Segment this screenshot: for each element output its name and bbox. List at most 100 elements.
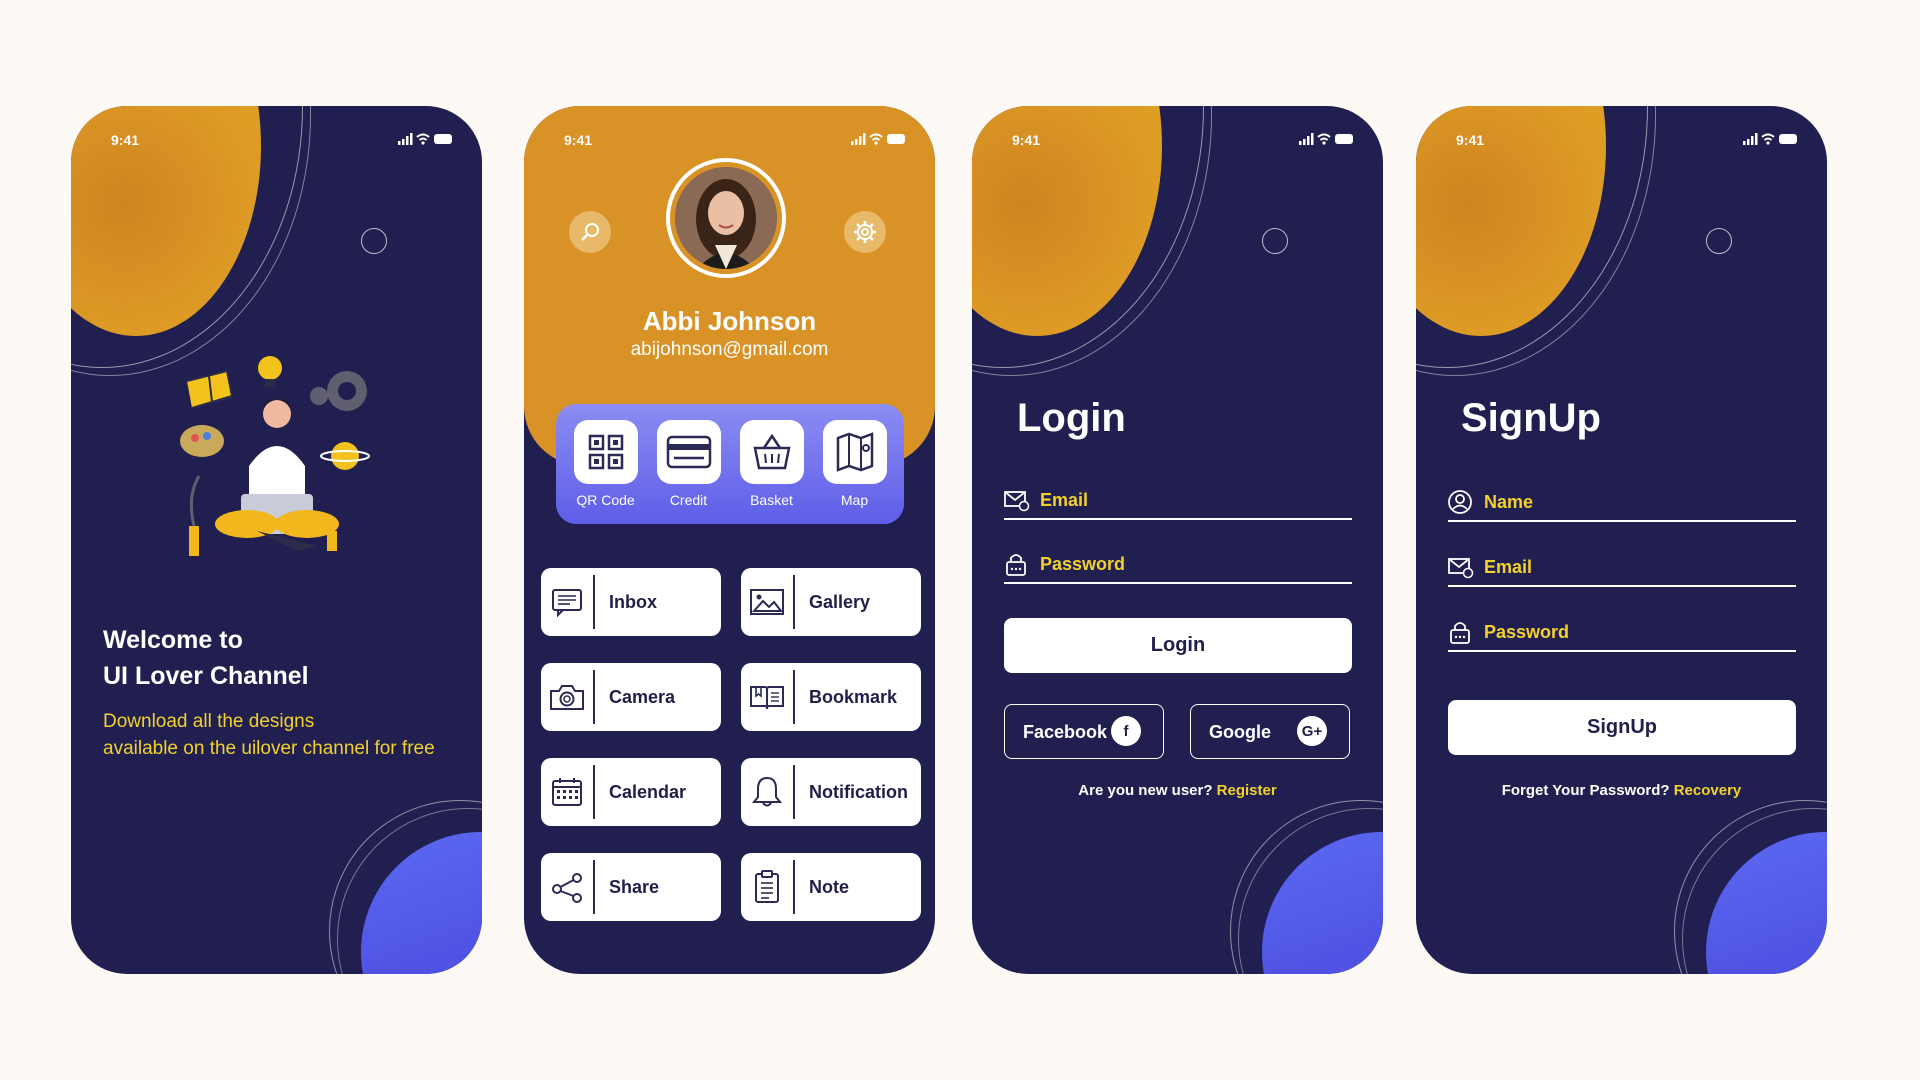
welcome-subtitle-line2: available on the uilover channel for fre… — [103, 738, 435, 759]
welcome-title-line1: Welcome to — [103, 626, 243, 654]
menu-item-calendar[interactable]: Calendar — [541, 758, 721, 826]
register-link[interactable]: Register — [1217, 782, 1277, 799]
welcome-title-line2: UI Lover Channel — [103, 662, 309, 690]
recovery-link[interactable]: Recovery — [1674, 782, 1742, 799]
signal-wifi-battery-icon — [398, 133, 452, 145]
facebook-icon: f — [1111, 716, 1141, 746]
menu-item-label: Bookmark — [809, 686, 898, 707]
quick-action-basket[interactable]: Basket — [735, 404, 809, 524]
status-time: 9:41 — [111, 132, 140, 148]
share-icon — [552, 873, 582, 903]
quick-action-label: Basket — [750, 492, 793, 508]
welcome-subtitle-line1: Download all the designs — [103, 711, 315, 732]
menu-item-label: Camera — [609, 686, 676, 707]
quick-action-map[interactable]: Map — [818, 404, 892, 524]
quick-action-tile — [739, 420, 804, 484]
menu-icon-wrap — [541, 765, 595, 819]
menu-item-gallery[interactable]: Gallery — [741, 568, 921, 636]
quick-action-tile — [822, 420, 887, 484]
small-circle-decoration — [1706, 228, 1732, 254]
welcome-subtitle: Download all the designs available on th… — [103, 708, 435, 762]
menu-item-note[interactable]: Note — [741, 853, 921, 921]
menu-icon-wrap — [541, 575, 595, 629]
menu-item-camera[interactable]: Camera — [541, 663, 721, 731]
recovery-prompt: Forget Your Password? Recovery — [1416, 782, 1827, 799]
status-bar: 9:41 — [564, 132, 907, 152]
menu-item-label: Notification — [809, 781, 908, 802]
settings-button[interactable] — [844, 211, 886, 253]
signup-button[interactable]: SignUp — [1448, 700, 1796, 755]
signal-wifi-battery-icon — [851, 133, 905, 145]
status-icons — [1743, 132, 1799, 149]
menu-item-label: Share — [609, 876, 660, 897]
bookmark-icon — [750, 686, 784, 710]
google-button[interactable]: Google G+ — [1190, 704, 1350, 759]
camera-icon — [550, 685, 584, 710]
menu-item-share[interactable]: Share — [541, 853, 721, 921]
qr-code-icon — [588, 434, 623, 470]
status-time: 9:41 — [564, 132, 593, 148]
inbox-icon — [552, 589, 582, 617]
register-prompt: Are you new user? Register — [972, 782, 1383, 799]
menu-icon-wrap — [541, 860, 595, 914]
password-field[interactable]: Password — [1004, 548, 1352, 584]
email-field[interactable]: Email — [1448, 551, 1796, 587]
menu-item-label: Note — [809, 876, 849, 897]
status-bar: 9:41 — [1012, 132, 1355, 152]
login-screen: 9:41 Login Email Password Login Facebook… — [972, 106, 1383, 974]
menu-item-inbox[interactable]: Inbox — [541, 568, 721, 636]
password-label: Password — [1040, 554, 1126, 574]
mail-icon — [1004, 491, 1030, 512]
small-circle-decoration — [361, 228, 387, 254]
map-icon — [836, 432, 873, 472]
avatar[interactable] — [675, 167, 777, 269]
page-title: Login — [1017, 396, 1126, 440]
status-time: 9:41 — [1012, 132, 1041, 148]
name-field[interactable]: Name — [1448, 486, 1796, 522]
email-field[interactable]: Email — [1004, 484, 1352, 520]
email-label: Email — [1040, 490, 1089, 510]
menu-item-bookmark[interactable]: Bookmark — [741, 663, 921, 731]
search-button[interactable] — [569, 211, 611, 253]
credit-card-icon — [666, 435, 711, 469]
google-label: Google — [1209, 722, 1271, 742]
status-bar: 9:41 — [1456, 132, 1799, 152]
status-time: 9:41 — [1456, 132, 1485, 148]
facebook-button[interactable]: Facebook f — [1004, 704, 1164, 759]
menu-icon-wrap — [741, 670, 795, 724]
welcome-screen: 9:41 Welcome to UI Lover Channel Downloa… — [71, 106, 482, 974]
menu-icon-wrap — [741, 860, 795, 914]
menu-item-label: Gallery — [809, 591, 871, 612]
status-icons — [1299, 132, 1355, 149]
status-icons — [851, 132, 907, 149]
profile-name: Abbi Johnson — [642, 306, 817, 336]
menu-icon-wrap — [541, 670, 595, 724]
register-text: Are you new user? — [1078, 782, 1213, 799]
login-button[interactable]: Login — [1004, 618, 1352, 673]
email-label: Email — [1484, 557, 1533, 577]
lock-icon — [1006, 554, 1026, 576]
quick-actions-panel: QR Code Credit Basket Map — [556, 404, 904, 524]
signal-wifi-battery-icon — [1299, 133, 1353, 145]
menu-icon-wrap — [741, 575, 795, 629]
menu-icon-wrap — [741, 765, 795, 819]
quick-action-qr-code[interactable]: QR Code — [569, 404, 643, 524]
basket-icon — [752, 433, 791, 470]
profile-screen: 9:41 Abbi Johnson abijohnson@gmail.com Q… — [524, 106, 935, 974]
signup-screen: 9:41 SignUp Name Email Password SignUp F… — [1416, 106, 1827, 974]
quick-action-label: Credit — [669, 492, 708, 508]
signal-wifi-battery-icon — [1743, 133, 1797, 145]
facebook-label: Facebook — [1023, 722, 1108, 742]
password-field[interactable]: Password — [1448, 616, 1796, 652]
small-circle-decoration — [1262, 228, 1288, 254]
lock-icon — [1450, 622, 1470, 644]
menu-item-notification[interactable]: Notification — [741, 758, 921, 826]
menu-item-label: Inbox — [609, 591, 657, 612]
user-icon — [1448, 490, 1472, 514]
note-icon — [755, 870, 779, 903]
profile-email: abijohnson@gmail.com — [630, 339, 829, 360]
recovery-text: Forget Your Password? — [1501, 782, 1670, 799]
google-plus-icon: G+ — [1297, 716, 1327, 746]
quick-action-credit[interactable]: Credit — [652, 404, 726, 524]
quick-action-label: Map — [840, 492, 869, 508]
